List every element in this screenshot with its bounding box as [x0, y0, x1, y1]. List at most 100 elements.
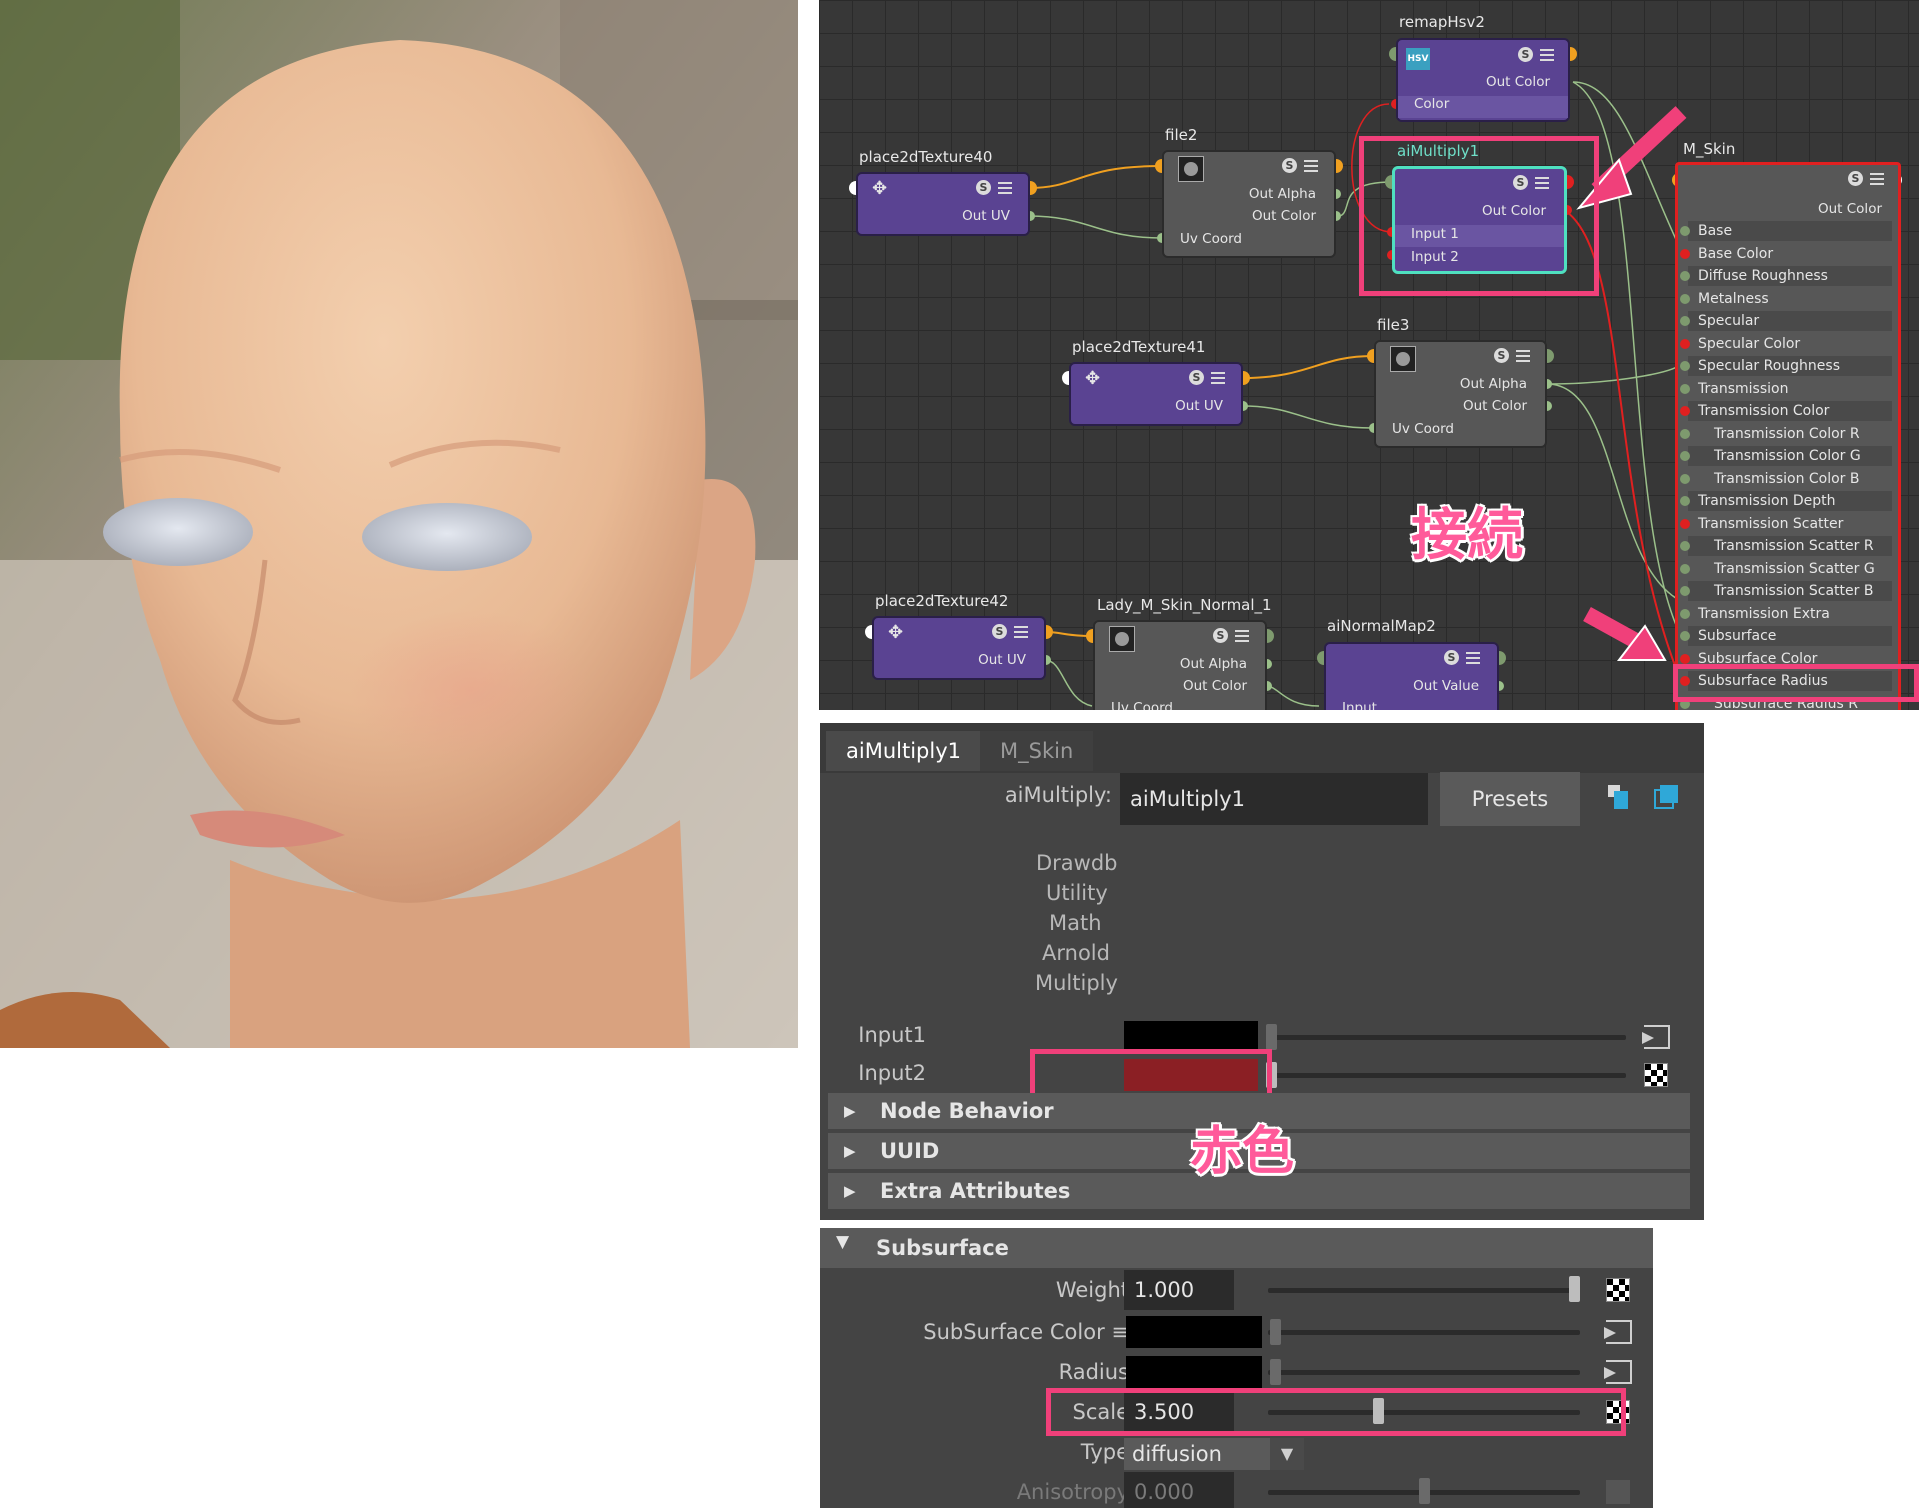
m-skin-attr-row[interactable]: Specular Color [1680, 333, 1892, 354]
weight-slider-knob[interactable] [1569, 1276, 1580, 1302]
anisotropy-slider-knob[interactable] [1418, 1478, 1430, 1504]
hypershade-node-editor[interactable]: remapHsv2 HSV S Out Color Color file2 S … [819, 0, 1919, 710]
m-skin-attr-row[interactable]: Transmission Scatter R [1680, 536, 1892, 556]
node-file2[interactable]: S Out Alpha Out Color Uv Coord [1162, 150, 1336, 258]
menu-icon[interactable] [1466, 652, 1480, 664]
port-uv-coord[interactable]: Uv Coord [1180, 231, 1242, 247]
node-place2dtexture42[interactable]: ✥ S Out UV [872, 616, 1046, 680]
port-out-value[interactable]: Out Value [1413, 678, 1479, 694]
node-ainormalmap2[interactable]: S Out Value Input [1324, 642, 1499, 710]
m-skin-attr-row[interactable]: Base [1680, 221, 1892, 241]
port-dot-icon[interactable] [1680, 361, 1690, 371]
port-out-color[interactable]: Out Color [1252, 208, 1316, 224]
port-dot-icon[interactable] [1680, 631, 1690, 641]
port-dot-icon[interactable] [1680, 271, 1690, 281]
swatch-s-icon[interactable]: S [1848, 171, 1863, 186]
input2-checker-icon[interactable] [1644, 1063, 1668, 1087]
port-out-alpha[interactable]: Out Alpha [1460, 376, 1527, 392]
radius-color-swatch[interactable] [1126, 1356, 1262, 1388]
swatch-s-icon[interactable]: S [1213, 628, 1228, 643]
port-dot-icon[interactable] [1680, 518, 1690, 529]
menu-icon[interactable] [1870, 173, 1884, 185]
menu-icon[interactable] [1014, 626, 1028, 638]
m-skin-attr-row[interactable]: Transmission [1680, 378, 1892, 399]
port-dot-icon[interactable] [1680, 496, 1690, 506]
port-out-color[interactable]: Out Color [1486, 74, 1550, 90]
port-out-alpha[interactable]: Out Alpha [1249, 186, 1316, 202]
menu-icon[interactable] [1235, 630, 1249, 642]
subsurface-color-swatch[interactable] [1126, 1316, 1262, 1348]
port-dot-icon[interactable] [1680, 608, 1690, 619]
radius-knob[interactable] [1270, 1359, 1281, 1385]
port-dot-icon[interactable] [1680, 653, 1690, 664]
swatch-s-icon[interactable]: S [1444, 650, 1459, 665]
input2-slider[interactable] [1266, 1073, 1626, 1078]
port-dot-icon[interactable] [1680, 383, 1690, 394]
port-dot-icon[interactable] [1680, 451, 1690, 461]
m-skin-attr-row[interactable]: Transmission Scatter B [1680, 581, 1892, 601]
node-place2dtexture41[interactable]: ✥ S Out UV [1069, 362, 1243, 426]
tab-m-skin[interactable]: M_Skin [980, 731, 1094, 771]
swatch-s-icon[interactable]: S [976, 180, 991, 195]
subsurface-color-slider[interactable] [1268, 1330, 1580, 1335]
m-skin-attr-row[interactable]: Transmission Color B [1680, 468, 1892, 489]
port-out-uv[interactable]: Out UV [1175, 398, 1223, 414]
chevron-down-icon[interactable]: ▼ [1270, 1438, 1304, 1470]
node-name-field[interactable]: aiMultiply1 [1120, 773, 1428, 825]
swatch-s-icon[interactable]: S [1189, 370, 1204, 385]
port-uv-coord[interactable]: Uv Coord [1111, 700, 1173, 710]
m-skin-attr-row[interactable]: Metalness [1680, 288, 1892, 309]
node-file3[interactable]: S Out Alpha Out Color Uv Coord [1374, 340, 1547, 448]
menu-icon[interactable] [998, 182, 1012, 194]
input1-map-icon[interactable] [1642, 1025, 1670, 1049]
port-dot-icon[interactable] [1680, 248, 1690, 259]
port-dot-icon[interactable] [1680, 586, 1690, 596]
m-skin-attr-row[interactable]: Transmission Extra Roughness [1680, 603, 1892, 642]
port-out-color[interactable]: Out Color [1818, 201, 1882, 217]
port-out-uv[interactable]: Out UV [978, 652, 1026, 668]
menu-icon[interactable] [1540, 49, 1554, 61]
port-dot-icon[interactable] [1680, 473, 1690, 484]
copy-tab-icon[interactable] [1654, 785, 1678, 809]
swatch-s-icon[interactable]: S [1282, 158, 1297, 173]
menu-icon[interactable] [1516, 350, 1530, 362]
node-remaphsv2[interactable]: HSV S Out Color Color [1396, 38, 1570, 122]
port-dot-icon[interactable] [1680, 316, 1690, 326]
port-out-color[interactable]: Out Color [1183, 678, 1247, 694]
anisotropy-field[interactable]: 0.000 [1124, 1472, 1234, 1508]
subsurface-color-map-icon[interactable] [1604, 1320, 1632, 1344]
port-out-alpha[interactable]: Out Alpha [1180, 656, 1247, 672]
presets-button[interactable]: Presets [1440, 772, 1580, 826]
swatch-s-icon[interactable]: S [992, 624, 1007, 639]
type-dropdown[interactable]: diffusion ▼ [1124, 1438, 1304, 1470]
m-skin-attr-row[interactable]: Transmission Scatter G [1680, 558, 1892, 579]
input1-slider[interactable] [1266, 1035, 1626, 1040]
node-place2dtexture40[interactable]: ✥ S Out UV [856, 172, 1030, 236]
m-skin-attr-row[interactable]: Specular [1680, 311, 1892, 331]
m-skin-attr-row[interactable]: Transmission Color [1680, 401, 1892, 421]
port-color[interactable]: Color [1414, 96, 1449, 112]
radius-map-icon[interactable] [1604, 1360, 1632, 1384]
m-skin-attr-row[interactable]: Transmission Color R [1680, 423, 1892, 444]
menu-icon[interactable] [1211, 372, 1225, 384]
port-dot-icon[interactable] [1680, 406, 1690, 416]
port-dot-icon[interactable] [1680, 541, 1690, 551]
weight-field[interactable]: 1.000 [1124, 1270, 1234, 1310]
m-skin-attr-row[interactable]: Base Color [1680, 243, 1892, 264]
swatch-s-icon[interactable]: S [1518, 47, 1533, 62]
port-input[interactable]: Input [1342, 700, 1377, 710]
swatch-s-icon[interactable]: S [1494, 348, 1509, 363]
weight-slider[interactable] [1268, 1288, 1580, 1293]
port-dot-icon[interactable] [1680, 293, 1690, 304]
show-input-icon[interactable] [1608, 785, 1628, 809]
menu-icon[interactable] [1304, 160, 1318, 172]
subsurface-attribute-panel[interactable]: ▼ Subsurface Weight 1.000 SubSurface Col… [820, 1228, 1653, 1508]
port-dot-icon[interactable] [1680, 563, 1690, 574]
port-dot-icon[interactable] [1680, 338, 1690, 349]
radius-slider[interactable] [1268, 1370, 1580, 1375]
m-skin-attr-row[interactable]: Subsurface [1680, 626, 1892, 646]
m-skin-attr-row[interactable]: Transmission Scatter [1680, 513, 1892, 534]
port-dot-icon[interactable] [1680, 226, 1690, 236]
m-skin-attr-row[interactable]: Transmission Depth [1680, 491, 1892, 511]
weight-checker-icon[interactable] [1606, 1278, 1630, 1302]
